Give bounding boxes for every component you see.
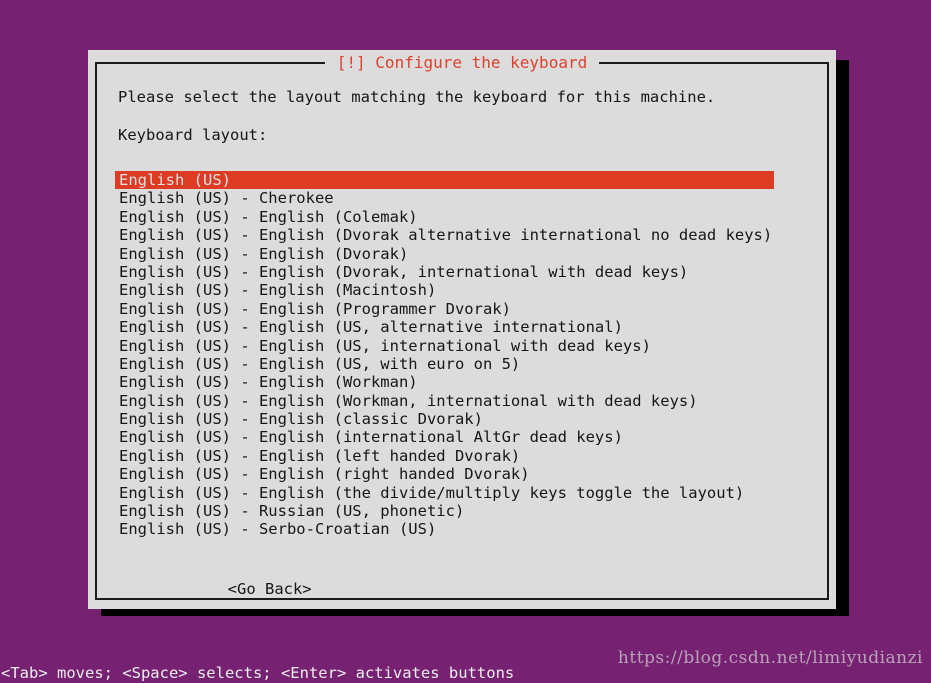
dialog-inner-frame: Please select the layout matching the ke… [95, 62, 829, 600]
list-item[interactable]: English (US) - English (right handed Dvo… [115, 465, 809, 483]
list-item[interactable]: English (US) - English (US, alternative … [115, 318, 809, 336]
list-item[interactable]: English (US) - English (classic Dvorak) [115, 410, 809, 428]
list-item[interactable]: English (US) - Serbo-Croatian (US) [115, 520, 809, 538]
configure-keyboard-dialog: Please select the layout matching the ke… [88, 50, 836, 609]
list-item[interactable]: English (US) - English (international Al… [115, 428, 809, 446]
list-item[interactable]: English (US) - English (Programmer Dvora… [115, 300, 809, 318]
status-bar: <Tab> moves; <Space> selects; <Enter> ac… [1, 664, 515, 682]
list-item[interactable]: English (US) - English (US, internationa… [115, 337, 809, 355]
list-item[interactable]: English (US) - English (Dvorak) [115, 245, 809, 263]
list-item[interactable]: English (US) - English (Dvorak alternati… [115, 226, 809, 244]
list-item[interactable]: English (US) - English (the divide/multi… [115, 484, 809, 502]
list-item[interactable]: English (US) - Russian (US, phonetic) [115, 502, 809, 520]
list-item[interactable]: English (US) - English (Workman) [115, 373, 809, 391]
list-item[interactable]: English (US) - Cherokee [115, 189, 809, 207]
go-back-button[interactable]: <Go Back> [228, 580, 312, 599]
list-item[interactable]: English (US) - English (Workman, interna… [115, 392, 809, 410]
list-item[interactable]: English (US) - English (Macintosh) [115, 281, 809, 299]
dialog-content: Please select the layout matching the ke… [97, 64, 827, 598]
list-item[interactable]: English (US) - English (Colemak) [115, 208, 809, 226]
keyboard-layout-list[interactable]: English (US) English (US) - Cherokee Eng… [115, 171, 809, 539]
keyboard-layout-label: Keyboard layout: [118, 126, 268, 144]
dialog-button-row: <Go Back> [115, 561, 809, 618]
list-item[interactable]: English (US) - English (US, with euro on… [115, 355, 809, 373]
list-item[interactable]: English (US) [115, 171, 774, 190]
intro-text: Please select the layout matching the ke… [118, 88, 716, 106]
list-item[interactable]: English (US) - English (Dvorak, internat… [115, 263, 809, 281]
list-item[interactable]: English (US) - English (left handed Dvor… [115, 447, 809, 465]
